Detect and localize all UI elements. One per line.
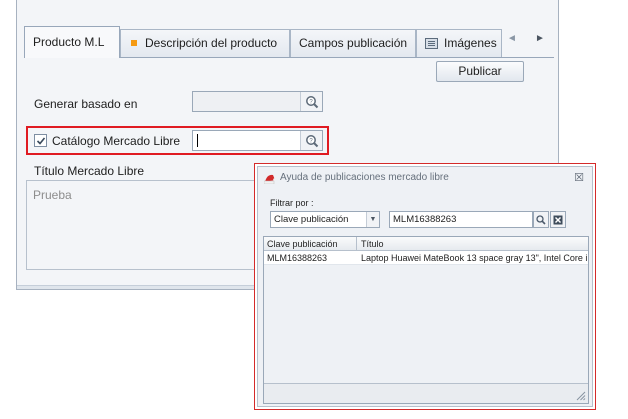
- search-input[interactable]: MLM16388263: [389, 211, 533, 228]
- chevron-right-icon: ►: [535, 33, 545, 44]
- orange-bullet-icon: [131, 40, 137, 47]
- tab-label: Campos publicación: [299, 36, 408, 50]
- titulo-value: Prueba: [33, 188, 72, 202]
- search-button[interactable]: [533, 211, 549, 228]
- tab-scroll-right-button[interactable]: ►: [533, 30, 547, 48]
- catalogo-label: Catálogo Mercado Libre: [52, 134, 181, 148]
- filter-selected: Clave publicación: [274, 214, 349, 225]
- column-header-clave[interactable]: Clave publicación: [267, 237, 338, 251]
- close-icon[interactable]: ☒: [574, 171, 584, 184]
- checkmark-icon: [36, 137, 46, 145]
- tab-producto-ml[interactable]: Producto M.L: [24, 26, 120, 58]
- tab-label: Descripción del producto: [145, 36, 278, 50]
- tab-label: Producto M.L: [33, 35, 105, 49]
- cell-clave: MLM16388263: [267, 253, 328, 263]
- tab-descripcion[interactable]: Descripción del producto: [120, 29, 290, 57]
- dialog-titlebar[interactable]: Ayuda de publicaciones mercado libre ☒: [258, 167, 592, 189]
- table-row[interactable]: MLM16388263 Laptop Huawei MateBook 13 sp…: [264, 251, 588, 265]
- catalogo-lookup-field[interactable]: ?: [192, 130, 323, 151]
- tab-strip: Producto M.L Descripción del producto Ca…: [24, 26, 554, 58]
- search-value: MLM16388263: [393, 214, 457, 225]
- cell-titulo: Laptop Huawei MateBook 13 space gray 13"…: [361, 253, 587, 263]
- filter-label: Filtrar por :: [270, 198, 314, 208]
- images-icon: [425, 38, 438, 50]
- grid-header: Clave publicación Título: [264, 237, 588, 251]
- dialog-body: Ayuda de publicaciones mercado libre ☒ F…: [257, 166, 593, 407]
- tab-label: Imágenes: [444, 36, 497, 50]
- tab-campos-publicacion[interactable]: Campos publicación: [290, 29, 416, 57]
- tab-imagenes[interactable]: Imágenes: [416, 29, 502, 57]
- search-lookup-button[interactable]: ?: [300, 92, 322, 111]
- grid-footer: [264, 383, 588, 403]
- catalogo-checkbox[interactable]: [34, 134, 47, 147]
- santa-hat-icon: [264, 174, 276, 184]
- tab-scroll-left-button[interactable]: ◄: [505, 30, 519, 48]
- results-grid: Clave publicación Título MLM16388263 Lap…: [263, 236, 589, 404]
- text-caret: [197, 134, 198, 147]
- generar-lookup-field[interactable]: ?: [192, 91, 323, 112]
- clear-icon: [553, 215, 563, 224]
- magnifier-icon: ?: [305, 134, 318, 147]
- resize-grip-icon[interactable]: [575, 390, 586, 401]
- publicaciones-dialog: Ayuda de publicaciones mercado libre ☒ F…: [254, 163, 596, 410]
- filter-dropdown[interactable]: Clave publicación ▼: [270, 211, 380, 228]
- dialog-title: Ayuda de publicaciones mercado libre: [280, 172, 449, 183]
- search-lookup-button[interactable]: ?: [300, 131, 322, 150]
- generar-label: Generar basado en: [34, 97, 138, 111]
- magnifier-icon: ?: [305, 95, 318, 108]
- titulo-label: Título Mercado Libre: [34, 164, 145, 178]
- dropdown-arrow-icon[interactable]: ▼: [366, 212, 379, 227]
- column-header-titulo[interactable]: Título: [361, 237, 384, 251]
- publicar-button[interactable]: Publicar: [436, 61, 524, 82]
- clear-search-button[interactable]: [550, 211, 566, 228]
- column-separator[interactable]: [356, 237, 357, 251]
- chevron-left-icon: ◄: [507, 33, 517, 44]
- search-icon: [536, 214, 546, 225]
